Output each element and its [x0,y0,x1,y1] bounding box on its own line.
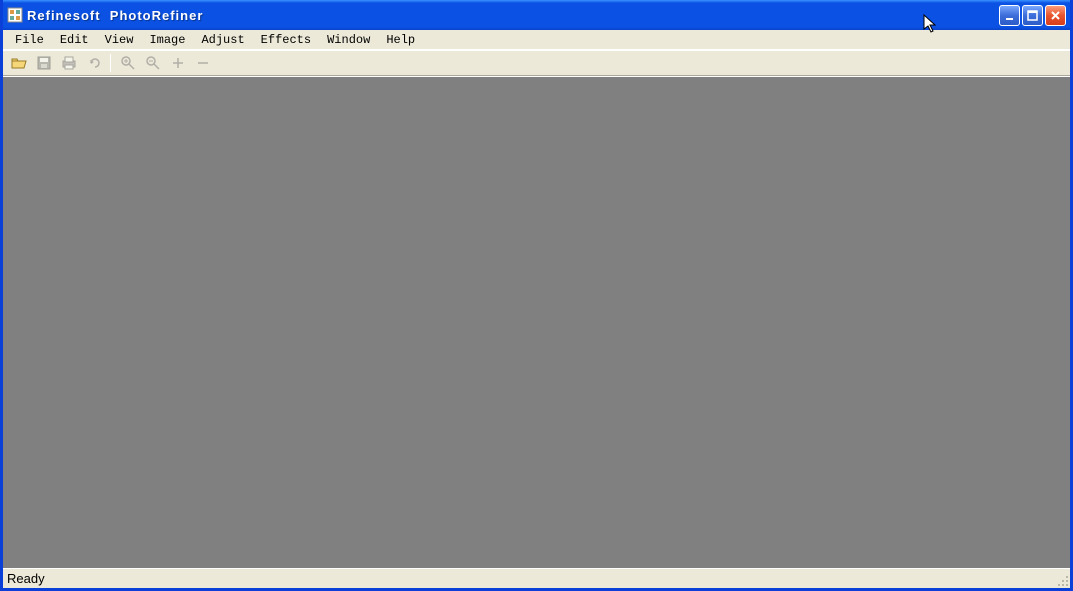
close-button[interactable] [1045,5,1066,26]
undo-button[interactable] [82,52,105,74]
undo-icon [86,55,102,71]
menu-image[interactable]: Image [141,31,193,49]
application-window: Refinesoft PhotoRefiner File Edit View I… [0,0,1073,591]
zoom-out-icon [145,55,161,71]
zoom-in-icon [120,55,136,71]
toolbar [3,50,1070,76]
menu-adjust[interactable]: Adjust [193,31,252,49]
zoom-out-button[interactable] [141,52,164,74]
menu-effects[interactable]: Effects [253,31,319,49]
menu-file[interactable]: File [7,31,52,49]
toolbar-separator [110,54,111,72]
save-button[interactable] [32,52,55,74]
menu-view[interactable]: View [97,31,142,49]
menu-window[interactable]: Window [319,31,378,49]
maximize-button[interactable] [1022,5,1043,26]
open-button[interactable] [7,52,30,74]
minimize-button[interactable] [999,5,1020,26]
save-icon [36,55,52,71]
menubar: File Edit View Image Adjust Effects Wind… [3,30,1070,50]
workspace [3,76,1070,568]
menu-help[interactable]: Help [378,31,423,49]
menu-edit[interactable]: Edit [52,31,97,49]
statusbar: Ready [3,568,1070,588]
titlebar[interactable]: Refinesoft PhotoRefiner [3,0,1070,30]
window-controls [999,5,1066,26]
resize-grip[interactable] [1054,572,1070,588]
status-text: Ready [7,571,45,586]
minus-button[interactable] [191,52,214,74]
plus-button[interactable] [166,52,189,74]
print-icon [61,55,77,71]
plus-icon [170,55,186,71]
window-title: Refinesoft PhotoRefiner [27,8,999,23]
minus-icon [195,55,211,71]
zoom-in-button[interactable] [116,52,139,74]
open-folder-icon [11,55,27,71]
print-button[interactable] [57,52,80,74]
app-icon [7,7,23,23]
